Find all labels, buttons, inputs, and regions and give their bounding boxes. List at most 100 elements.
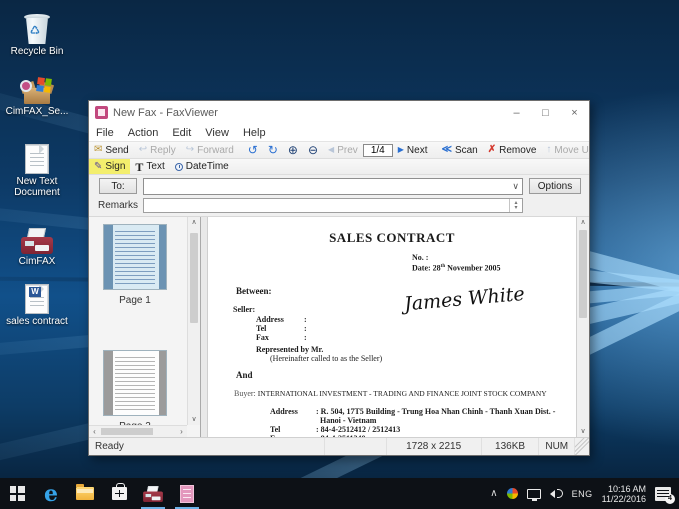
menu-help[interactable]: Help: [236, 127, 273, 139]
remove-button[interactable]: ✗ Remove: [483, 142, 542, 158]
document-page[interactable]: SALES CONTRACT No. : Date: 28th November…: [207, 217, 576, 437]
scroll-left-icon[interactable]: ‹: [89, 426, 100, 437]
menu-file[interactable]: File: [89, 127, 121, 139]
scroll-down-icon[interactable]: ∨: [188, 414, 200, 425]
contract-title: SALES CONTRACT: [329, 230, 455, 245]
folder-icon: [76, 484, 94, 500]
notification-badge: 4: [665, 493, 675, 504]
text-icon: T: [135, 159, 144, 174]
language-indicator[interactable]: ENG: [572, 489, 593, 499]
resize-grip[interactable]: [575, 438, 589, 455]
seller-fax-row: Fax:: [256, 333, 307, 342]
chevron-down-icon[interactable]: ∨: [512, 181, 519, 192]
word-document-icon: W: [4, 278, 70, 314]
sign-icon: ✎: [94, 160, 103, 172]
maximize-button[interactable]: □: [531, 102, 560, 124]
document-view: SALES CONTRACT No. : Date: 28th November…: [201, 217, 589, 437]
document-vertical-scrollbar[interactable]: ∧ ∨: [576, 217, 589, 437]
buyer-address-row: Address: R. 504, 17T5 Building - Trung H…: [270, 407, 556, 416]
desktop-icon-label: Recycle Bin: [10, 46, 64, 57]
start-button[interactable]: [0, 478, 34, 509]
scroll-up-icon[interactable]: ∧: [188, 217, 200, 228]
menu-view[interactable]: View: [198, 127, 236, 139]
scan-button[interactable]: ≪ Scan: [436, 142, 482, 158]
menu-bar: File Action Edit View Help: [89, 124, 589, 142]
fax-machine-icon: [143, 485, 163, 502]
next-page-button[interactable]: ▶ Next: [393, 142, 433, 158]
taskbar-store-button[interactable]: [102, 478, 136, 509]
send-button[interactable]: ✉ Send: [89, 142, 134, 158]
taskbar-cimfax-button[interactable]: [136, 478, 170, 509]
zoom-in-icon: ⊕: [287, 143, 298, 157]
reply-button[interactable]: ↩ Reply: [134, 142, 181, 158]
minimize-button[interactable]: –: [502, 102, 531, 124]
signature: James White: [403, 282, 526, 316]
title-bar[interactable]: New Fax - FaxViewer – □ ×: [89, 101, 589, 124]
desktop-icon-sales-contract[interactable]: W sales contract: [4, 278, 70, 327]
recipient-input[interactable]: [147, 180, 506, 193]
thumbnail-vertical-scrollbar[interactable]: ∧ ∨: [187, 217, 200, 425]
annotation-toolbar: ✎ Sign T Text DateTime: [89, 159, 589, 175]
page-1-thumbnail[interactable]: [103, 224, 167, 290]
prev-icon: ◀: [328, 145, 335, 154]
remarks-input[interactable]: [147, 200, 508, 211]
taskbar-clock[interactable]: 10:16 AM 11/22/2016: [602, 484, 646, 504]
recipient-combobox[interactable]: ∨: [143, 178, 523, 195]
buyer-address-line2: Hanoi - Vietnam: [320, 416, 377, 425]
store-bag-icon: [111, 483, 127, 500]
desktop-icon-new-text-document[interactable]: New Text Document: [4, 138, 70, 198]
scrollbar-thumb[interactable]: [579, 230, 587, 318]
desktop-icon-cimfax-setup[interactable]: CimFAX_Se...: [4, 68, 70, 117]
remarks-field[interactable]: ▴ ▾: [143, 198, 523, 213]
rotate-right-button[interactable]: ↻: [263, 142, 283, 158]
speaker-icon[interactable]: [549, 488, 563, 499]
network-display-icon[interactable]: [526, 488, 541, 501]
remarks-row: Remarks ▴ ▾: [89, 197, 589, 216]
close-button[interactable]: ×: [560, 102, 589, 124]
desktop-icon-recycle-bin[interactable]: ♺ Recycle Bin: [4, 8, 70, 57]
status-filesize: 136KB: [482, 438, 540, 455]
buyer-row: Buyer: INTERNATIONAL INVESTMENT - TRADIN…: [234, 389, 547, 398]
forward-button[interactable]: ↪ Forward: [181, 142, 239, 158]
zoom-out-button[interactable]: ⊖: [303, 142, 323, 158]
taskbar: e ∧ ENG 10:16 AM 11/22/2016 4: [0, 478, 679, 509]
buyer-tel-row: Tel: 84-4-2512412 / 2512413: [270, 425, 401, 434]
seller-address-row: Address:: [256, 315, 307, 324]
cimfax-tray-icon[interactable]: [506, 488, 518, 499]
prev-page-button[interactable]: ◀ Prev: [323, 142, 363, 158]
to-button[interactable]: To:: [99, 178, 137, 194]
taskbar-faxviewer-button[interactable]: [170, 478, 204, 509]
taskbar-edge-button[interactable]: e: [34, 478, 68, 509]
page-1-label: Page 1: [119, 295, 151, 306]
action-center-icon[interactable]: 4: [655, 486, 675, 504]
window-title: New Fax - FaxViewer: [113, 106, 218, 119]
page-2-thumbnail[interactable]: [103, 350, 167, 416]
represented-line: Represented by Mr.: [256, 345, 324, 354]
menu-edit[interactable]: Edit: [165, 127, 198, 139]
between-label: Between:: [236, 286, 272, 296]
scrollbar-thumb[interactable]: [190, 233, 198, 323]
scroll-down-icon[interactable]: ∨: [577, 426, 589, 437]
clock-icon: [174, 162, 183, 171]
desktop-icon-label: CimFAX_Se...: [5, 106, 69, 117]
remove-icon: ✗: [487, 144, 497, 155]
text-button[interactable]: T Text: [130, 159, 169, 174]
scroll-up-icon[interactable]: ∧: [577, 217, 589, 228]
spin-down-icon[interactable]: ▾: [514, 205, 517, 211]
thumbnail-horizontal-scrollbar[interactable]: ‹ ›: [89, 425, 187, 437]
page-indicator-input[interactable]: [362, 143, 393, 157]
options-button[interactable]: Options: [529, 178, 581, 194]
desktop-icon-cimfax[interactable]: CimFAX: [4, 218, 70, 267]
move-up-button[interactable]: ↑ Move Up: [541, 142, 589, 158]
menu-action[interactable]: Action: [121, 127, 166, 139]
datetime-button[interactable]: DateTime: [170, 159, 234, 174]
scrollbar-thumb[interactable]: [101, 428, 153, 435]
scroll-right-icon[interactable]: ›: [176, 426, 187, 437]
zoom-in-button[interactable]: ⊕: [283, 142, 303, 158]
rotate-left-button[interactable]: ↺: [243, 142, 263, 158]
sign-button[interactable]: ✎ Sign: [89, 159, 131, 174]
tray-chevron-icon[interactable]: ∧: [490, 488, 497, 499]
taskbar-file-explorer-button[interactable]: [68, 478, 102, 509]
tray-date: 11/22/2016: [601, 493, 646, 504]
remarks-spinner[interactable]: ▴ ▾: [509, 199, 522, 212]
